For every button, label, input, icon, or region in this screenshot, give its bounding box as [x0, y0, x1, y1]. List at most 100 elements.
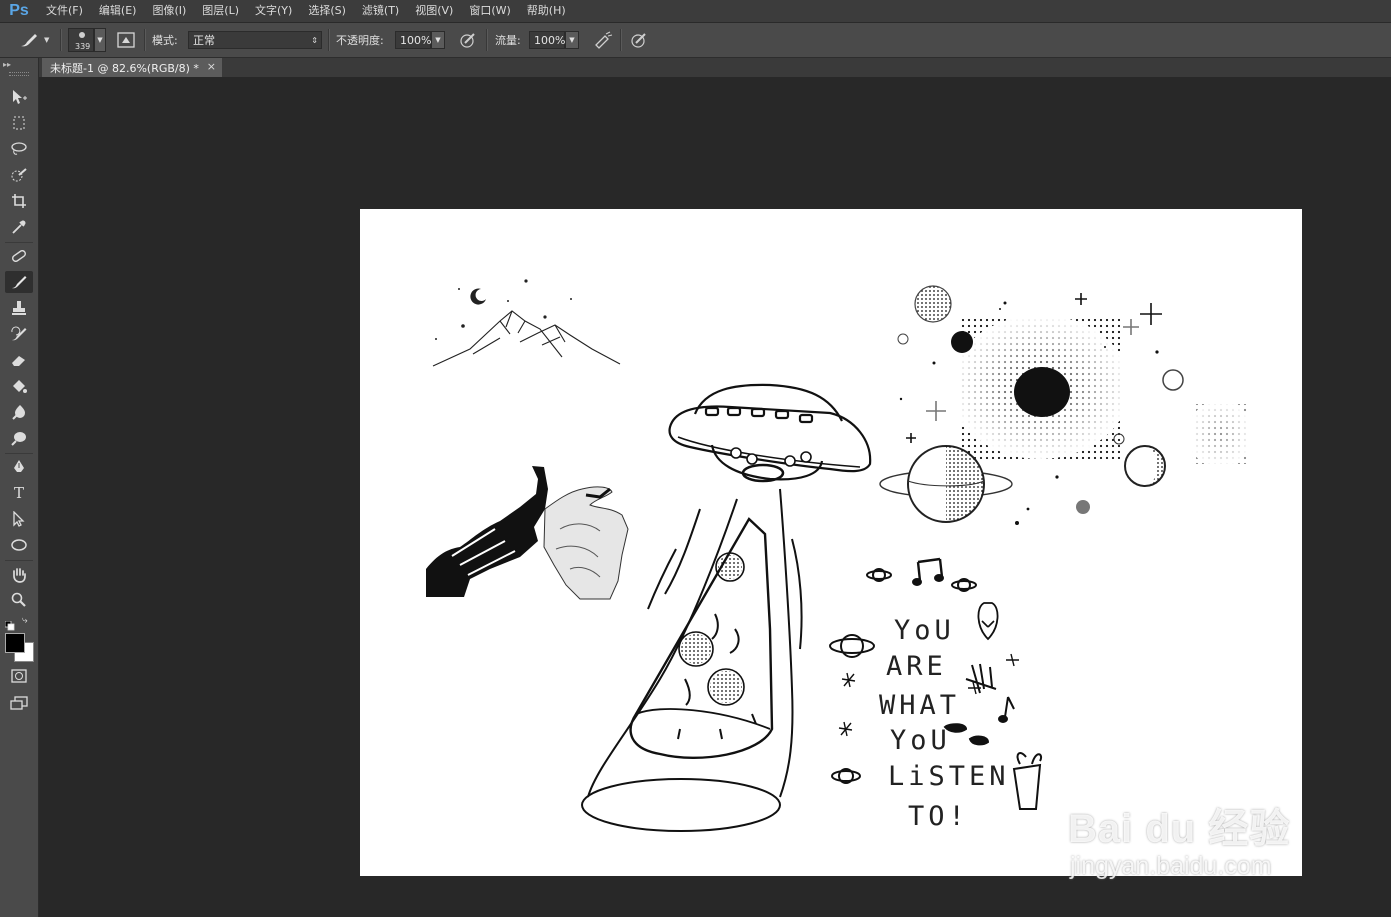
marquee-icon [13, 116, 25, 130]
tool-preset-picker[interactable]: ▼ [18, 23, 49, 57]
lyric-line-6: TO! [908, 801, 969, 832]
toggle-brush-panel-button[interactable] [117, 23, 135, 57]
airbrush-button[interactable] [593, 23, 613, 57]
tools-panel: ▸▸ T ⤷ [0, 58, 39, 917]
marquee-tool[interactable] [5, 112, 33, 134]
menu-image[interactable]: 图像(I) [144, 0, 194, 22]
menu-file[interactable]: 文件(F) [38, 0, 91, 22]
flow-slider-toggle[interactable]: ▼ [565, 31, 579, 49]
space-illustration [879, 285, 1252, 525]
collapse-panel-icon[interactable]: ▸▸ [3, 60, 11, 69]
quick-mask-button[interactable] [5, 665, 33, 687]
hand-icon [13, 568, 26, 583]
crop-tool[interactable] [5, 190, 33, 212]
pen-tool[interactable] [5, 456, 33, 478]
healing-brush-tool[interactable] [5, 245, 33, 267]
brush-preview: 339 [68, 28, 94, 52]
menu-edit[interactable]: 编辑(E) [91, 0, 145, 22]
menu-layer[interactable]: 图层(L) [194, 0, 247, 22]
mode-select[interactable]: 正常 ⇕ [188, 23, 322, 57]
path-selection-icon [13, 511, 25, 527]
quick-mask-icon [11, 669, 27, 683]
pen-icon [14, 460, 24, 472]
brush-size-value: 339 [75, 42, 91, 51]
document-tab-title: 未标题-1 @ 82.6%(RGB/8) * [50, 61, 199, 75]
flow-input[interactable]: 100% [529, 31, 565, 49]
document-tab-bar: 未标题-1 @ 82.6%(RGB/8) * × [39, 58, 1391, 77]
opacity-slider-toggle[interactable]: ▼ [431, 31, 445, 49]
clone-stamp-tool[interactable] [5, 297, 33, 319]
paint-bucket-icon [13, 380, 27, 393]
lyrics-text: YoU ARE WHAT YoU LiSTEN TO! [879, 615, 1010, 832]
eyedropper-tool[interactable] [5, 216, 33, 238]
history-brush-tool[interactable] [5, 323, 33, 345]
blur-tool[interactable] [5, 401, 33, 423]
move-tool[interactable] [5, 86, 33, 108]
menu-view[interactable]: 视图(V) [407, 0, 461, 22]
panel-grip[interactable] [9, 72, 29, 76]
opacity-input[interactable]: 100% [395, 31, 431, 49]
menu-type[interactable]: 文字(Y) [247, 0, 300, 22]
paint-bucket-tool[interactable] [5, 375, 33, 397]
ellipse-icon [11, 539, 27, 551]
lyric-line-3: WHAT [879, 690, 960, 721]
artwork: YoU ARE WHAT YoU LiSTEN TO! [426, 279, 1252, 832]
brush-icon [18, 31, 40, 49]
zoom-icon [11, 592, 26, 607]
chevron-down-icon: ▼ [94, 28, 106, 52]
menu-window[interactable]: 窗口(W) [461, 0, 518, 22]
type-tool[interactable]: T [5, 482, 33, 504]
eyedropper-icon [12, 220, 26, 234]
brush-panel-icon [117, 31, 135, 49]
brush-tool[interactable] [5, 271, 33, 293]
ellipse-tool[interactable] [5, 534, 33, 556]
zoom-tool[interactable] [5, 589, 33, 611]
brush-icon [12, 276, 27, 289]
lasso-tool[interactable] [5, 138, 33, 160]
eraser-tool[interactable] [5, 349, 33, 371]
screen-mode-icon [10, 696, 28, 710]
path-selection-tool[interactable] [5, 508, 33, 530]
default-colors-icon[interactable] [4, 616, 15, 631]
mode-select-value: 正常 [188, 31, 322, 49]
opacity-label: 不透明度: [336, 34, 384, 47]
menu-select[interactable]: 选择(S) [300, 0, 354, 22]
baidu-watermark-url: jingyan.baidu.com [1070, 852, 1272, 880]
pressure-opacity-button[interactable] [459, 23, 477, 57]
crop-icon [12, 194, 26, 208]
stamp-icon [12, 301, 26, 315]
lyric-line-5: LiSTEN [888, 761, 1010, 792]
pressure-size-button[interactable] [630, 23, 648, 57]
options-bar: ▼ 339 ▼ 模式: 正常 ⇕ 不透明度: 100% ▼ 流量: 100% ▼ [0, 23, 1391, 58]
airbrush-icon [593, 31, 613, 49]
foreground-color-swatch[interactable] [5, 633, 25, 653]
screen-mode-button[interactable] [5, 692, 33, 714]
blur-drop-icon [12, 405, 25, 420]
brush-dot-icon [79, 32, 85, 38]
flow-label: 流量: [495, 34, 521, 47]
menu-bar: Ps 文件(F) 编辑(E) 图像(I) 图层(L) 文字(Y) 选择(S) 滤… [0, 0, 1391, 23]
brush-size-picker[interactable]: 339 ▼ [68, 23, 106, 57]
menu-help[interactable]: 帮助(H) [519, 0, 574, 22]
close-tab-icon[interactable]: × [207, 60, 216, 73]
hand-tool[interactable] [5, 564, 33, 586]
dodge-tool[interactable] [5, 427, 33, 449]
quick-selection-tool[interactable] [5, 164, 33, 186]
skeleton-hand-image [426, 466, 629, 600]
history-brush-icon [11, 326, 27, 341]
photoshop-logo: Ps [9, 2, 29, 19]
lasso-icon [11, 142, 27, 155]
menu-filter[interactable]: 滤镜(T) [354, 0, 407, 22]
type-icon: T [13, 484, 24, 502]
document-canvas[interactable]: YoU ARE WHAT YoU LiSTEN TO! [360, 209, 1302, 876]
swap-colors-icon[interactable]: ⤷ [22, 615, 28, 626]
select-arrows-icon: ⇕ [311, 35, 318, 45]
pen-pressure-icon [459, 31, 477, 49]
eraser-icon [12, 356, 25, 366]
dodge-icon [11, 432, 26, 446]
quick-selection-icon [11, 168, 27, 182]
pen-pressure-size-icon [630, 31, 648, 49]
lyric-line-2: ARE [886, 651, 947, 682]
document-tab[interactable]: 未标题-1 @ 82.6%(RGB/8) * × [42, 58, 222, 77]
ufo-drawing [668, 383, 872, 483]
